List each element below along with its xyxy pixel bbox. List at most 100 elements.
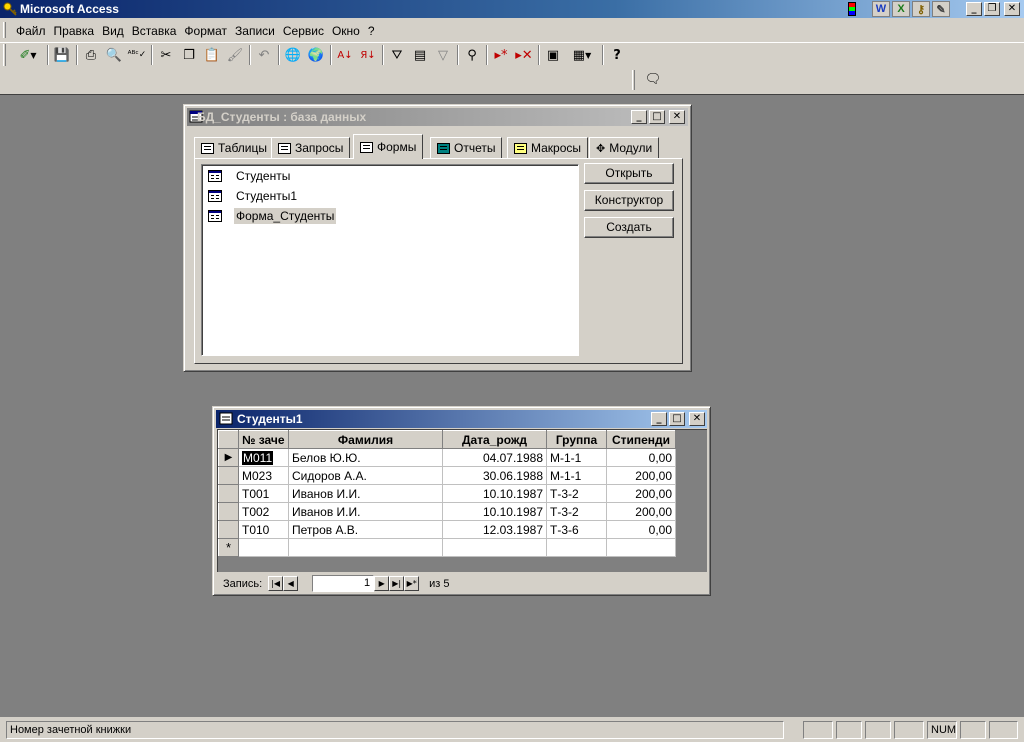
menu-help[interactable]: ? [364, 23, 379, 39]
insert-hyperlink-icon[interactable]: 🌐 [282, 45, 304, 65]
menu-tools[interactable]: Сервис [279, 23, 328, 39]
create-button[interactable]: Создать [584, 217, 674, 238]
record-selector[interactable] [218, 502, 239, 521]
table-cell[interactable]: 200,00 [606, 484, 676, 503]
cut-icon[interactable]: ✂ [155, 45, 177, 65]
tab-macros[interactable]: Макросы [507, 137, 589, 158]
table-cell[interactable]: 0,00 [606, 448, 676, 467]
new-record-nav-button[interactable]: ▶* [404, 576, 420, 591]
tab-modules[interactable]: ✥ Модули [589, 137, 660, 158]
web-toolbar-icon[interactable]: 🌍 [305, 45, 327, 65]
db-maximize-button[interactable]: □ [649, 110, 665, 124]
table-cell[interactable]: М-1-1 [546, 466, 607, 485]
table-cell[interactable] [606, 538, 676, 557]
menu-records[interactable]: Записи [231, 23, 279, 39]
select-all-corner[interactable] [218, 430, 239, 449]
previous-record-button[interactable]: ◀ [283, 576, 299, 591]
menu-format[interactable]: Формат [180, 23, 231, 39]
tab-tables[interactable]: Таблицы [194, 137, 275, 158]
ds-close-button[interactable]: ✕ [689, 412, 705, 426]
table-cell[interactable]: Т010 [238, 520, 289, 539]
ds-minimize-button[interactable]: _ [651, 412, 667, 426]
new-record-selector[interactable]: * [218, 538, 239, 557]
open-button[interactable]: Открыть [584, 163, 674, 184]
table-cell[interactable]: Т-3-2 [546, 502, 607, 521]
table-cell[interactable] [288, 538, 443, 557]
save-icon[interactable]: 💾 [51, 45, 73, 65]
format-painter-icon[interactable]: 🖌 [224, 45, 246, 65]
ds-maximize-button[interactable]: □ [669, 412, 685, 426]
help-icon[interactable]: ? [606, 45, 628, 65]
column-header[interactable]: Дата_рожд [442, 430, 547, 449]
paste-icon[interactable]: 📋 [201, 45, 223, 65]
table-cell[interactable]: Сидоров А.А. [288, 466, 443, 485]
table-cell[interactable]: 10.10.1987 [442, 502, 547, 521]
new-object-icon[interactable]: ▦ ▼ [565, 45, 599, 65]
first-record-button[interactable]: |◀ [268, 576, 284, 591]
new-record-icon[interactable]: ▸* [490, 45, 512, 65]
print-icon[interactable]: ⎙ [80, 45, 102, 65]
tab-reports[interactable]: Отчеты [430, 137, 503, 158]
column-header[interactable]: № заче [238, 430, 289, 449]
table-cell[interactable]: М-1-1 [546, 448, 607, 467]
forms-list[interactable]: Студенты Студенты1 Форма_Студенты [201, 164, 579, 356]
record-selector[interactable] [218, 484, 239, 503]
app-minimize-button[interactable]: _ [966, 2, 982, 16]
current-record-selector[interactable]: ▶ [218, 448, 239, 467]
excel-icon[interactable]: X [892, 1, 910, 17]
word-icon[interactable]: W [872, 1, 890, 17]
delete-record-icon[interactable]: ▸✕ [513, 45, 535, 65]
apply-filter-icon[interactable]: ▽ [432, 45, 454, 65]
app-restore-button[interactable]: ❐ [984, 2, 1000, 16]
table-row[interactable]: М023 Сидоров А.А. 30.06.1988 М-1-1 200,0… [218, 466, 676, 485]
datasheet-grid[interactable]: № заче Фамилия Дата_рожд Группа Стипенди… [217, 429, 707, 572]
table-cell[interactable]: Иванов И.И. [288, 484, 443, 503]
table-cell[interactable]: 30.06.1988 [442, 466, 547, 485]
table-row[interactable]: Т010 Петров А.В. 12.03.1987 Т-3-6 0,00 [218, 520, 676, 539]
column-header[interactable]: Группа [546, 430, 607, 449]
table-row[interactable]: ▶ М011 Белов Ю.Ю. 04.07.1988 М-1-1 0,00 [218, 448, 676, 467]
menu-edit[interactable]: Правка [50, 23, 99, 39]
table-cell[interactable]: М011 [238, 448, 289, 467]
table-cell[interactable]: 200,00 [606, 466, 676, 485]
db-minimize-button[interactable]: _ [631, 110, 647, 124]
table-cell[interactable] [442, 538, 547, 557]
next-record-button[interactable]: ▶ [374, 576, 390, 591]
spelling-icon[interactable]: ᴬᴮᶜ✓ [126, 45, 148, 65]
print-preview-icon[interactable]: 🔍 [103, 45, 125, 65]
table-cell[interactable]: 10.10.1987 [442, 484, 547, 503]
table-cell[interactable]: 04.07.1988 [442, 448, 547, 467]
web-toolbar-grip[interactable] [632, 70, 635, 90]
database-window-titlebar[interactable]: БД_Студенты : база данных _ □ ✕ [187, 108, 688, 126]
menu-file[interactable]: Файл [12, 23, 50, 39]
table-cell[interactable]: М023 [238, 466, 289, 485]
design-button[interactable]: Конструктор [584, 190, 674, 211]
list-item-selected[interactable]: Форма_Студенты [208, 207, 337, 225]
column-header[interactable]: Фамилия [288, 430, 443, 449]
filter-by-selection-icon[interactable]: ⛛ [386, 45, 408, 65]
column-header[interactable]: Стипенди [606, 430, 676, 449]
find-icon[interactable]: ⚲ [461, 45, 483, 65]
db-close-button[interactable]: ✕ [669, 110, 685, 124]
table-cell[interactable]: Иванов И.И. [288, 502, 443, 521]
record-selector[interactable] [218, 466, 239, 485]
menu-grip[interactable] [3, 22, 6, 38]
table-row[interactable]: Т002 Иванов И.И. 10.10.1987 Т-3-2 200,00 [218, 502, 676, 521]
table-cell[interactable]: 200,00 [606, 502, 676, 521]
table-cell[interactable]: Т002 [238, 502, 289, 521]
table-cell[interactable] [546, 538, 607, 557]
tab-queries[interactable]: Запросы [271, 137, 351, 158]
sort-descending-icon[interactable]: Я↓ [357, 45, 379, 65]
table-cell[interactable]: 0,00 [606, 520, 676, 539]
table-cell[interactable]: Т-3-2 [546, 484, 607, 503]
toolbar-grip[interactable] [3, 44, 6, 66]
new-record-row[interactable]: * [218, 538, 676, 557]
table-cell[interactable] [238, 538, 289, 557]
table-cell[interactable]: Петров А.В. [288, 520, 443, 539]
menu-insert[interactable]: Вставка [128, 23, 181, 39]
menu-view[interactable]: Вид [98, 23, 128, 39]
office-assistant-toggle-icon[interactable]: 🗨 [642, 70, 664, 90]
office-assistant-icon[interactable]: ✎ [932, 1, 950, 17]
record-selector[interactable] [218, 520, 239, 539]
menu-window[interactable]: Окно [328, 23, 364, 39]
